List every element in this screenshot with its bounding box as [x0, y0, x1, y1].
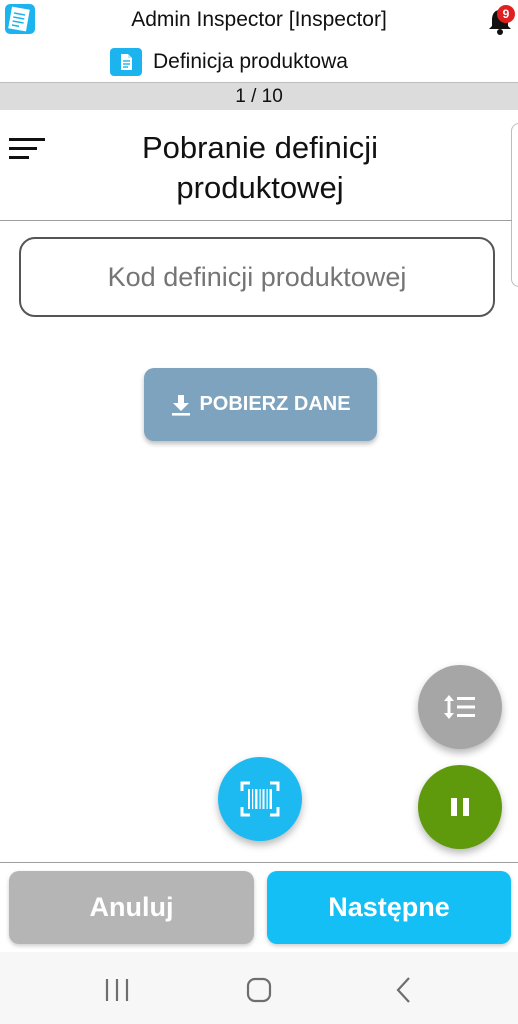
back-icon[interactable] [384, 975, 424, 1005]
barcode-scan-fab[interactable] [218, 757, 302, 841]
recent-apps-icon[interactable] [97, 975, 137, 1005]
cancel-button[interactable]: Anuluj [9, 871, 254, 944]
product-definition-code-input[interactable] [19, 237, 495, 317]
document-icon [110, 48, 142, 76]
progress-text: 1 / 10 [235, 86, 283, 107]
pause-fab[interactable] [418, 765, 502, 849]
side-drawer-handle[interactable] [511, 123, 518, 287]
divider [0, 862, 518, 863]
download-icon [172, 394, 191, 416]
pause-icon [451, 798, 469, 816]
download-data-button[interactable]: POBIERZ DANE [144, 368, 377, 441]
line-spacing-icon [444, 695, 475, 719]
line-spacing-fab[interactable] [418, 665, 502, 749]
app-title: Admin Inspector [Inspector] [131, 8, 387, 31]
barcode-scan-icon [240, 781, 280, 817]
menu-icon[interactable] [9, 135, 45, 163]
divider [0, 220, 512, 221]
next-button[interactable]: Następne [267, 871, 511, 944]
home-icon[interactable] [239, 975, 279, 1005]
page-title: Pobranie definicji produktowej [141, 130, 379, 205]
download-data-label: POBIERZ DANE [199, 393, 351, 415]
notification-badge: 9 [497, 5, 515, 23]
subheader-title: Definicja produktowa [153, 50, 348, 73]
